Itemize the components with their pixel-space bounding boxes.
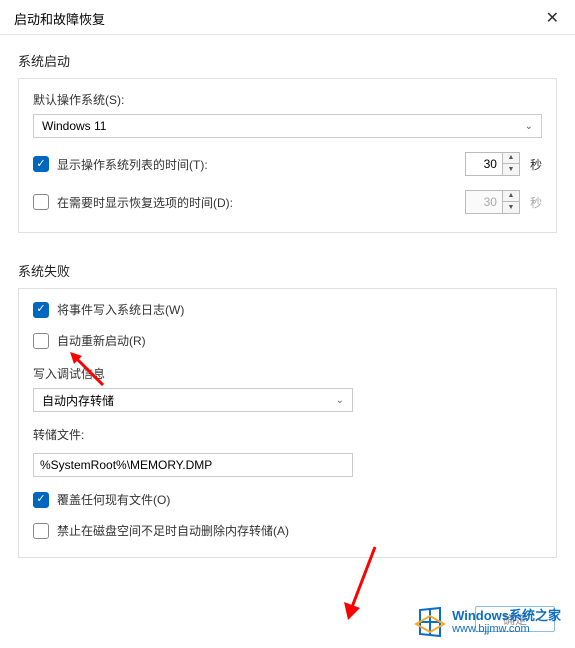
show-recovery-value <box>465 190 503 214</box>
debug-info-label: 写入调试信息 <box>33 365 542 382</box>
auto-restart-label: 自动重新启动(R) <box>57 332 542 349</box>
default-os-select[interactable]: Windows 11 ⌄ <box>33 114 542 138</box>
write-event-row: 将事件写入系统日志(W) <box>33 301 542 318</box>
show-os-list-spinner: ▲ ▼ 秒 <box>465 152 542 176</box>
default-os-label: 默认操作系统(S): <box>33 91 542 108</box>
watermark: Windows系统之家 www.bjjmw.com <box>410 604 565 640</box>
chevron-down-icon: ⌄ <box>336 395 344 406</box>
debug-info-select[interactable]: 自动内存转储 ⌄ <box>33 388 353 412</box>
debug-info-value: 自动内存转储 <box>42 392 114 409</box>
dialog-title: 启动和故障恢复 <box>14 9 105 28</box>
chevron-down-icon: ⌄ <box>525 121 533 132</box>
seconds-unit: 秒 <box>530 156 542 173</box>
seconds-unit-disabled: 秒 <box>530 194 542 211</box>
system-failure-group: 将事件写入系统日志(W) 自动重新启动(R) 写入调试信息 自动内存转储 ⌄ 转… <box>18 288 557 558</box>
spinner-up-icon: ▲ <box>503 191 519 202</box>
auto-restart-row: 自动重新启动(R) <box>33 332 542 349</box>
disable-auto-delete-label: 禁止在磁盘空间不足时自动删除内存转储(A) <box>57 522 542 539</box>
default-os-value: Windows 11 <box>42 119 106 133</box>
show-recovery-row: 在需要时显示恢复选项的时间(D): ▲ ▼ 秒 <box>33 190 542 214</box>
watermark-url: www.bjjmw.com <box>452 623 561 636</box>
close-icon[interactable]: ✕ <box>542 8 563 28</box>
watermark-text: Windows系统之家 www.bjjmw.com <box>452 608 561 637</box>
dump-file-input[interactable] <box>33 453 353 477</box>
overwrite-label: 覆盖任何现有文件(O) <box>57 491 542 508</box>
system-startup-section-label: 系统启动 <box>18 51 557 70</box>
spinner-buttons: ▲ ▼ <box>503 152 520 176</box>
show-os-list-value[interactable] <box>465 152 503 176</box>
disable-auto-delete-checkbox[interactable] <box>33 523 49 539</box>
write-event-label: 将事件写入系统日志(W) <box>57 301 542 318</box>
dialog-content: 系统启动 默认操作系统(S): Windows 11 ⌄ 显示操作系统列表的时间… <box>0 35 575 558</box>
show-os-list-checkbox[interactable] <box>33 156 49 172</box>
auto-restart-checkbox[interactable] <box>33 333 49 349</box>
show-recovery-label: 在需要时显示恢复选项的时间(D): <box>57 194 465 211</box>
spinner-up-icon[interactable]: ▲ <box>503 153 519 164</box>
spinner-down-icon: ▼ <box>503 202 519 213</box>
write-event-checkbox[interactable] <box>33 302 49 318</box>
system-failure-section-label: 系统失败 <box>18 261 557 280</box>
watermark-title: Windows系统之家 <box>452 608 561 624</box>
dump-file-label: 转储文件: <box>33 426 542 443</box>
overwrite-checkbox[interactable] <box>33 492 49 508</box>
windows-logo-icon <box>414 606 446 638</box>
startup-recovery-dialog: 启动和故障恢复 ✕ 系统启动 默认操作系统(S): Windows 11 ⌄ 显… <box>0 0 575 648</box>
system-startup-group: 默认操作系统(S): Windows 11 ⌄ 显示操作系统列表的时间(T): … <box>18 78 557 233</box>
disable-auto-delete-row: 禁止在磁盘空间不足时自动删除内存转储(A) <box>33 522 542 539</box>
show-recovery-checkbox[interactable] <box>33 194 49 210</box>
titlebar: 启动和故障恢复 ✕ <box>0 0 575 35</box>
show-os-list-row: 显示操作系统列表的时间(T): ▲ ▼ 秒 <box>33 152 542 176</box>
spinner-down-icon[interactable]: ▼ <box>503 164 519 175</box>
overwrite-row: 覆盖任何现有文件(O) <box>33 491 542 508</box>
spinner-buttons-disabled: ▲ ▼ <box>503 190 520 214</box>
show-os-list-label: 显示操作系统列表的时间(T): <box>57 156 465 173</box>
show-recovery-spinner: ▲ ▼ 秒 <box>465 190 542 214</box>
